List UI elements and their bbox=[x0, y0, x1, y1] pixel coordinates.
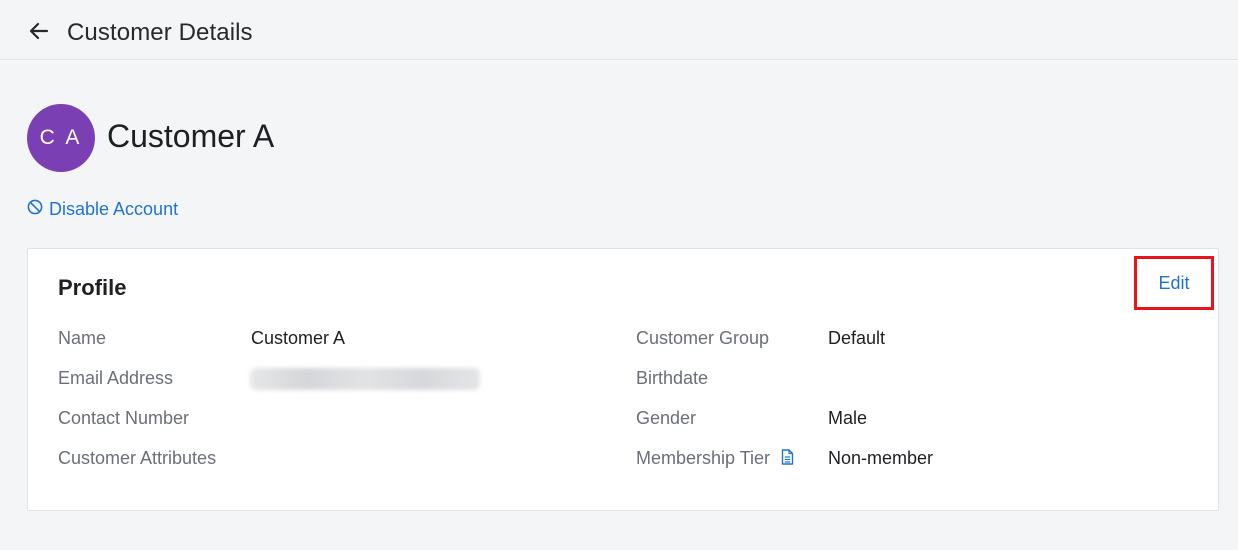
profile-title: Profile bbox=[58, 275, 127, 300]
field-label-contact: Contact Number bbox=[58, 408, 190, 428]
field-value-gender: Male bbox=[828, 408, 868, 428]
field-label-name: Name bbox=[58, 328, 107, 348]
field-label-email: Email Address bbox=[58, 368, 174, 388]
edit-button[interactable]: Edit bbox=[1134, 256, 1214, 310]
field-label-gender: Gender bbox=[636, 408, 697, 428]
customer-name: Customer A bbox=[107, 118, 275, 154]
field-label-membership-tier: Membership Tier bbox=[636, 448, 771, 468]
avatar: C A bbox=[27, 104, 95, 172]
field-value-name: Customer A bbox=[251, 328, 346, 348]
disable-account-link[interactable]: Disable Account bbox=[27, 199, 178, 220]
field-label-customer-group: Customer Group bbox=[636, 328, 770, 348]
top-bar: Customer Details bbox=[0, 0, 1238, 60]
disable-icon bbox=[27, 199, 43, 220]
edit-label: Edit bbox=[1158, 272, 1190, 293]
field-value-membership-tier: Non-member bbox=[828, 448, 934, 468]
document-icon[interactable] bbox=[781, 447, 794, 471]
field-label-attributes: Customer Attributes bbox=[58, 448, 217, 468]
field-value-customer-group: Default bbox=[828, 328, 886, 348]
membership-tier-label-row: Membership Tier bbox=[636, 446, 794, 470]
field-label-birthdate: Birthdate bbox=[636, 368, 709, 388]
back-arrow-icon[interactable] bbox=[28, 20, 50, 42]
email-value-redacted bbox=[250, 368, 480, 390]
disable-account-label: Disable Account bbox=[49, 199, 179, 219]
page-title: Customer Details bbox=[67, 19, 253, 46]
profile-card: Profile Edit Name Customer A Email Addre… bbox=[27, 248, 1219, 511]
